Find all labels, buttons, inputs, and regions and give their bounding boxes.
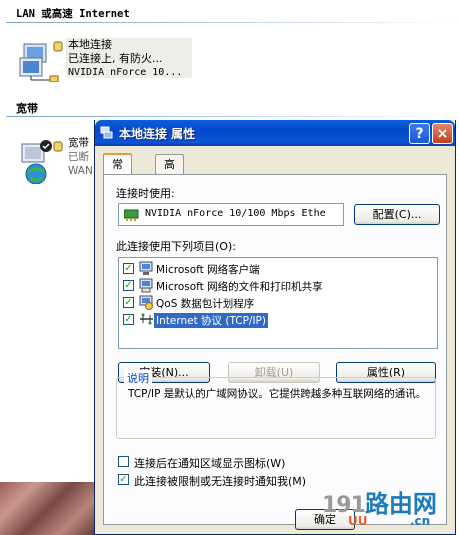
components-label: 此连接使用下列项目(O): [116,240,236,253]
show-icon-checkbox[interactable] [118,456,129,467]
configure-button[interactable]: 配置(C)... [354,204,440,225]
broadband-connection-icon [21,140,63,184]
lan-connection-item[interactable]: 本地连接 已连接上, 有防火... NVIDIA nForce 10... [18,38,198,82]
components-list[interactable]: ✓ Microsoft 网络客户端 ✓ Microsoft 网络的文件和打印机共… [118,257,438,349]
help-button[interactable]: ? [409,123,430,144]
connect-using-label: 连接时使用: [116,187,175,200]
close-button[interactable]: × [432,123,453,144]
show-icon-label: 连接后在通知区域显示图标(W) [134,457,286,470]
tab-general[interactable]: 常规 [103,153,132,190]
broadband-connection-name: 宽带 [68,137,89,149]
general-tab-panel: 连接时使用: NVIDIA nForce 10/100 Mbps Ethe 配置… [103,174,447,525]
component-checkbox[interactable]: ✓ [123,314,134,325]
lan-connection-icon [19,41,63,82]
notify-checkbox[interactable]: ✓ [118,474,129,485]
network-connection-icon [100,126,113,139]
file-share-icon [139,278,153,293]
properties-dialog: 本地连接 属性 ? × 常规 高级 连接时使用: NVIDIA nForce 1… [94,120,456,535]
component-label-selected: Internet 协议 (TCP/IP) [154,313,268,328]
lan-connection-device: NVIDIA nForce 10... [68,67,183,78]
dialog-title: 本地连接 属性 [119,127,196,141]
description-title: 说明 [124,370,152,386]
component-label: Microsoft 网络的文件和打印机共享 [156,281,323,293]
section-title-broadband: 宽带 [16,102,38,115]
broadband-connection-status: 已断 [68,151,89,163]
section-rule [6,22,459,23]
section-title-lan: LAN 或高速 Internet [16,8,130,20]
lan-connection-name: 本地连接 [68,38,112,51]
watermark-domain: .cn [410,514,431,528]
protocol-icon [140,313,153,325]
component-checkbox[interactable]: ✓ [123,297,134,308]
notify-label: 此连接被限制或无连接时通知我(M) [134,475,307,488]
broadband-connection-item[interactable]: 宽带 已断 WAN [18,137,94,184]
qos-icon [139,295,153,310]
network-adapter-icon [124,209,139,221]
lan-connection-status: 已连接上, 有防火... [68,52,163,65]
component-label: Microsoft 网络客户端 [156,264,260,276]
tab-advanced[interactable]: 高级 [155,154,184,190]
watermark-sub: UU [348,514,368,528]
component-checkbox[interactable]: ✓ [123,263,134,274]
dialog-titlebar[interactable]: 本地连接 属性 ? × [95,120,455,146]
section-rule [6,116,459,117]
broadband-connection-device: WAN [68,165,93,177]
network-client-icon [139,261,153,275]
description-text: TCP/IP 是默认的广域网协议。它提供跨越多种互联网络的通讯。 [128,388,427,400]
background-photo [0,482,96,535]
component-label: QoS 数据包计划程序 [156,298,255,310]
component-checkbox[interactable]: ✓ [123,280,134,291]
adapter-name: NVIDIA nForce 10/100 Mbps Ethe [145,208,326,219]
adapter-field: NVIDIA nForce 10/100 Mbps Ethe [118,203,344,226]
